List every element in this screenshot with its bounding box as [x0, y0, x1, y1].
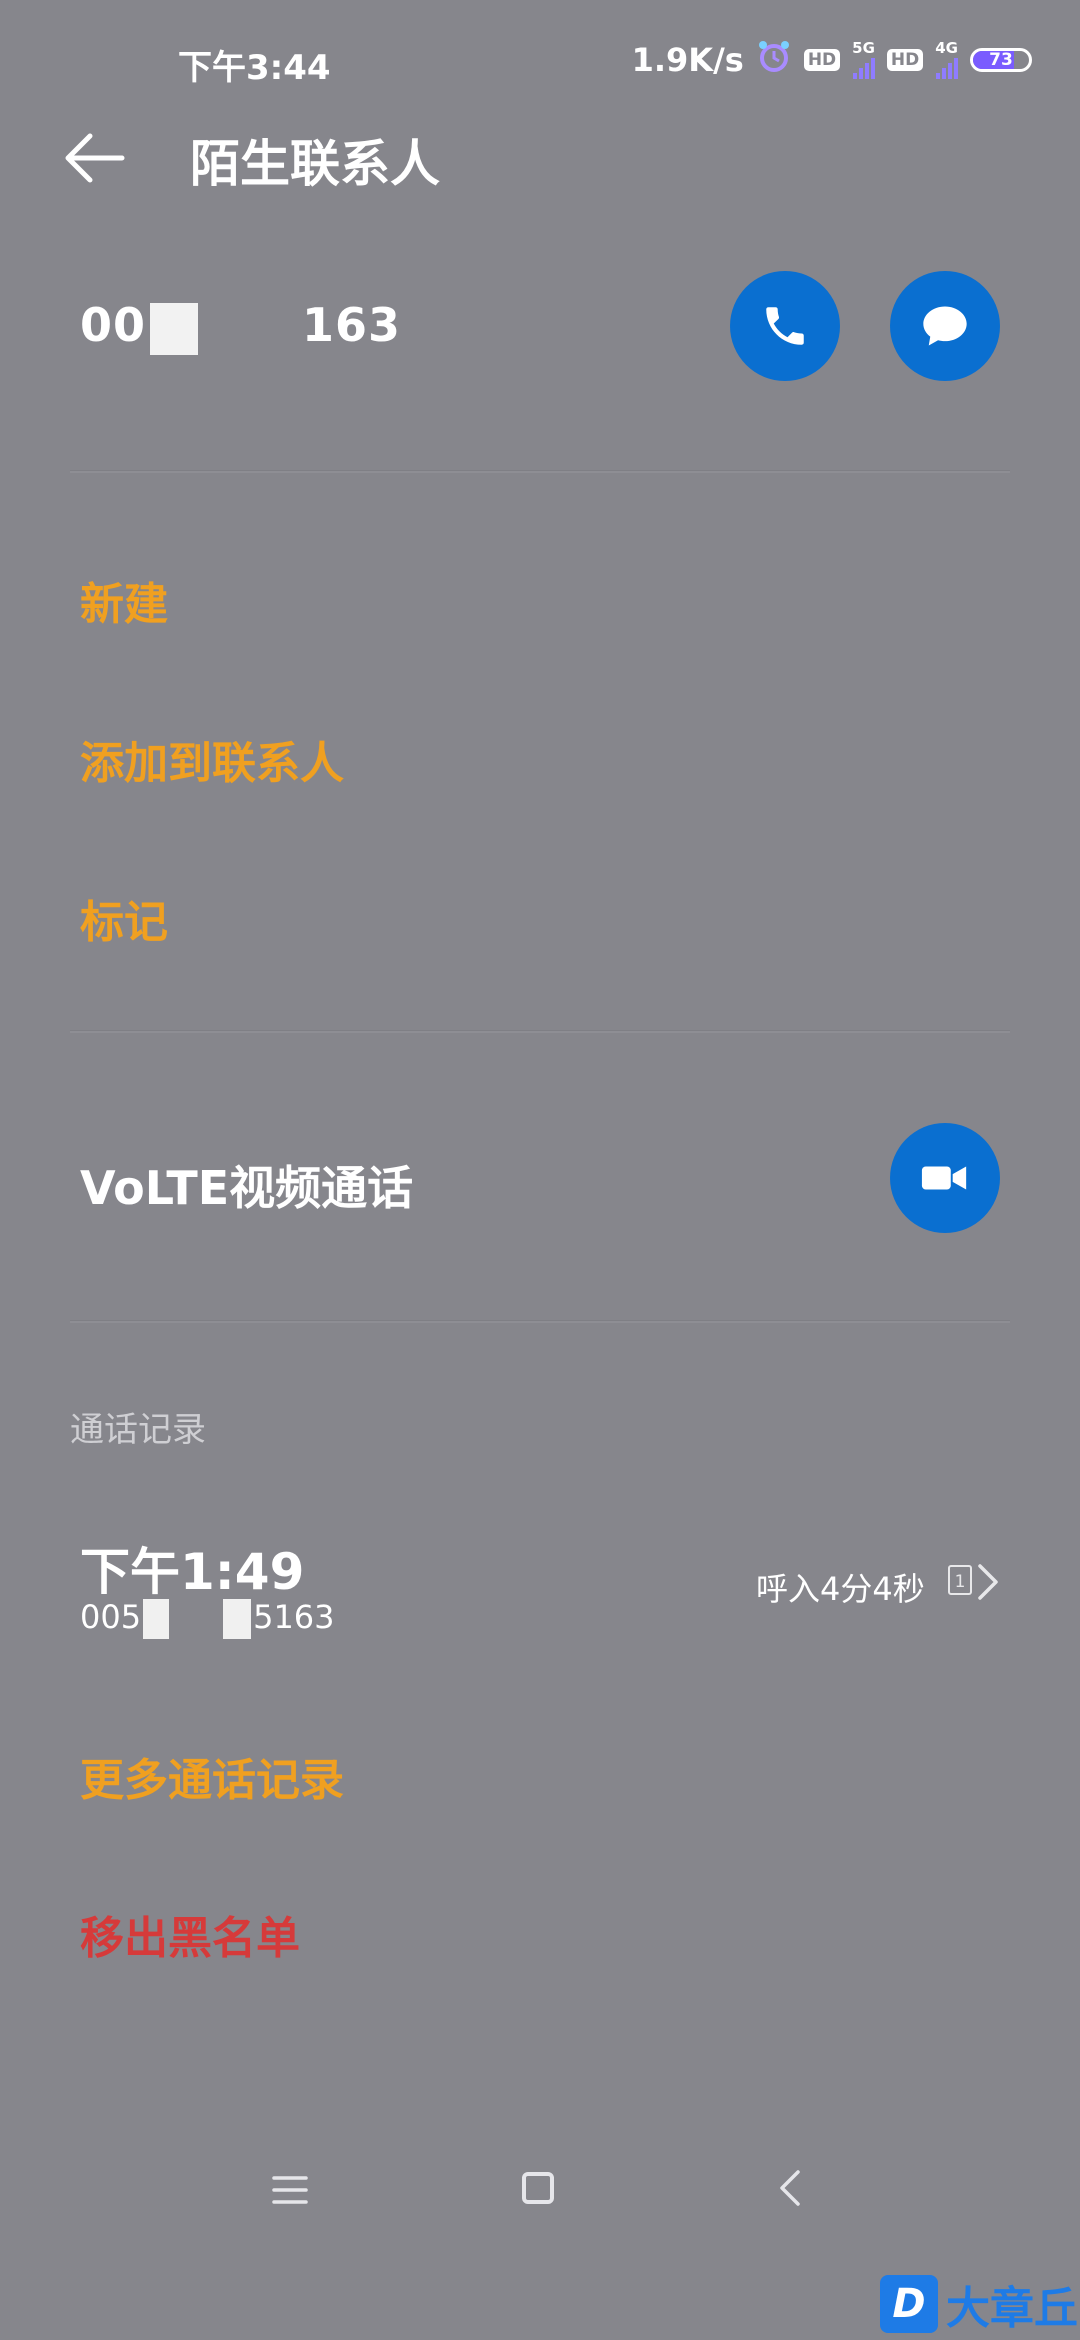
call-log-number: 005 5163	[80, 1598, 335, 1639]
status-icons: 1.9K/s HD 5G HD 4G 73	[632, 38, 1032, 82]
signal-bars-icon	[935, 55, 958, 79]
back-button[interactable]	[60, 128, 130, 188]
back-arrow-icon	[65, 133, 125, 183]
watermark: D 大章丘	[880, 2272, 1078, 2336]
chevron-left-icon	[780, 2170, 800, 2206]
call-button[interactable]	[730, 271, 840, 381]
hd-badge-1: HD	[803, 49, 841, 71]
phone-icon	[766, 307, 804, 345]
status-time: 下午3:44	[178, 48, 331, 88]
remove-from-blacklist-item[interactable]: 移出黑名单	[80, 1902, 300, 1966]
sim-icon: 1	[948, 1565, 972, 1595]
chevron-right-icon[interactable]	[976, 1562, 1000, 1602]
divider	[70, 470, 1010, 473]
volte-video-call-label[interactable]: VoLTE视频通话	[80, 1152, 413, 1218]
redaction-mask	[150, 302, 199, 355]
battery-icon: 73	[970, 48, 1032, 72]
call-log-time: 下午1:49	[80, 1543, 305, 1601]
divider	[70, 1320, 1010, 1323]
divider	[70, 1030, 1010, 1033]
call-log-section-label: 通话记录	[70, 1410, 206, 1450]
more-call-logs-item[interactable]: 更多通话记录	[80, 1744, 344, 1808]
battery-level: 73	[989, 50, 1013, 70]
phone-number: 00 163	[80, 298, 401, 355]
chat-bubble-icon	[923, 306, 967, 346]
new-contact-item[interactable]: 新建	[80, 568, 168, 632]
menu-lines-icon	[272, 2176, 308, 2204]
page-title: 陌生联系人	[190, 135, 440, 193]
message-button[interactable]	[890, 271, 1000, 381]
watermark-text: 大章丘	[946, 2283, 1078, 2334]
nav-recents-button[interactable]	[270, 2172, 310, 2208]
watermark-logo: D	[880, 2275, 938, 2333]
video-camera-icon	[921, 1166, 967, 1190]
network-speed: 1.9K/s	[631, 41, 744, 79]
add-to-contacts-item[interactable]: 添加到联系人	[80, 727, 344, 791]
call-log-duration: 呼入4分4秒	[756, 1570, 925, 1608]
signal-5g: 5G	[852, 41, 875, 79]
hd-badge-2: HD	[886, 49, 924, 71]
video-call-button[interactable]	[890, 1123, 1000, 1233]
signal-bars-icon	[852, 55, 875, 79]
mark-item[interactable]: 标记	[80, 886, 168, 950]
nav-home-button[interactable]	[522, 2172, 554, 2204]
nav-back-button[interactable]	[778, 2166, 802, 2210]
alarm-icon	[756, 38, 792, 82]
signal-4g: 4G	[935, 41, 958, 79]
